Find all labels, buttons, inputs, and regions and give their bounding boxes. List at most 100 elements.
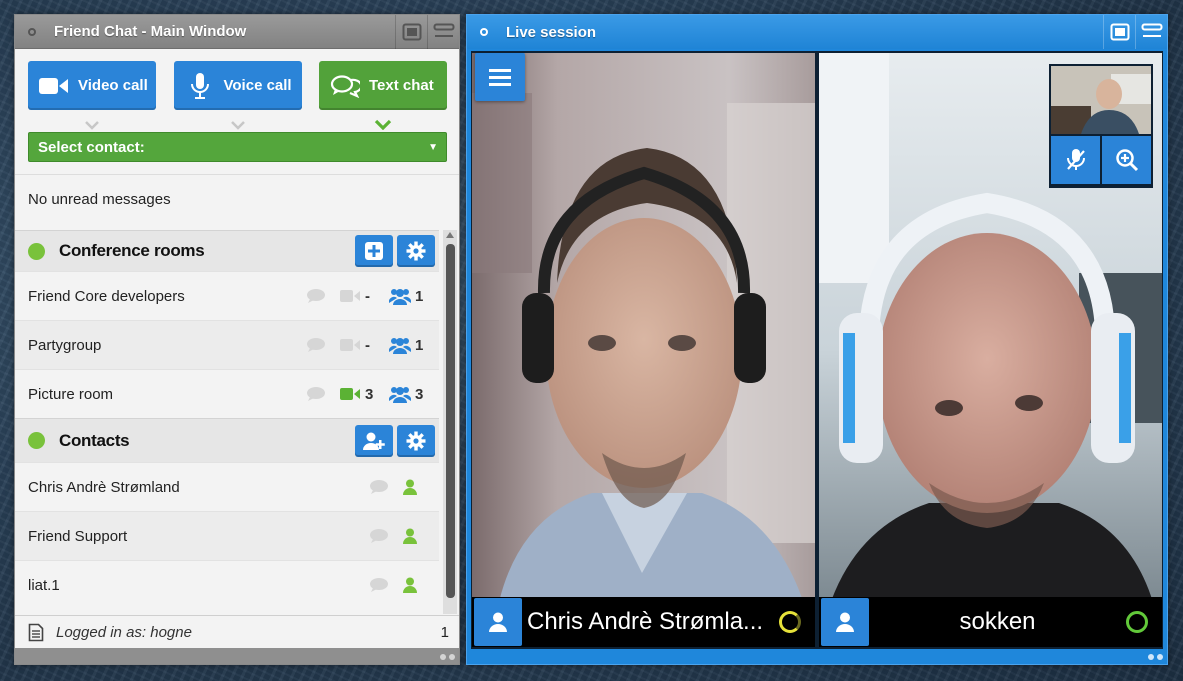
chat-bubble-icon [307,338,325,352]
video-camera-icon [340,339,360,351]
add-room-button[interactable] [355,235,393,267]
status-dot [28,432,45,449]
text-chat-button[interactable]: Text chat [319,61,447,110]
self-video-thumbnail[interactable] [1051,66,1151,134]
chevron-down-icon [374,117,392,131]
video-camera-icon [340,290,360,302]
main-window-titlebar[interactable]: Friend Chat - Main Window [15,14,459,49]
window-bottom-strip [467,649,1167,664]
room-settings-button[interactable] [397,235,435,267]
room-name: Partygroup [28,336,102,354]
scrollbar-thumb[interactable] [446,244,455,598]
contacts-header: Contacts [15,418,439,462]
window-menu-icon[interactable] [475,23,493,41]
voice-call-button[interactable]: Voice call [173,61,302,110]
group-icon [389,338,411,354]
contact-row[interactable]: liat.1 [15,560,439,609]
participant-name: sokken [959,608,1036,635]
contact-name: Friend Support [28,527,128,545]
webcam-video-image [472,53,815,647]
scroll-up-icon[interactable] [446,232,454,238]
participant-name-bar: Chris Andrè Strømla... [472,597,815,647]
room-name: Picture room [28,385,114,403]
live-video-area: Chris Andrè Strømla... sokken [471,51,1163,649]
resize-handle-icon[interactable] [1148,654,1163,660]
video-feed-remote-1[interactable]: Chris Andrè Strømla... [472,53,815,647]
contacts-scrollbar[interactable] [443,230,457,614]
connection-status-ring-icon [1126,611,1148,633]
hamburger-menu-icon [489,69,511,86]
room-row[interactable]: Partygroup - 1 [15,320,439,369]
room-video-count: 3 [365,385,374,403]
user-online-icon [403,528,417,544]
contact-name: Chris Andrè Strømland [28,478,180,496]
text-chat-label: Text chat [369,77,434,94]
chat-bubble-icon [307,387,325,401]
video-camera-icon [38,72,70,100]
chat-bubbles-icon [329,72,361,100]
contacts-title: Contacts [59,430,130,450]
unread-messages-status: No unread messages [15,174,459,224]
add-contact-button[interactable] [355,424,393,457]
main-window-title: Friend Chat - Main Window [54,23,247,40]
room-video-count: - [365,287,370,305]
minimize-button[interactable] [395,14,427,49]
window-menu-icon[interactable] [23,23,41,41]
participant-name: Chris Andrè Strømla... [527,608,764,635]
room-name: Friend Core developers [28,287,185,305]
video-call-label: Video call [78,77,148,94]
mute-microphone-button[interactable] [1051,136,1100,184]
room-member-count: 3 [415,385,424,403]
minimize-button[interactable] [1103,15,1135,49]
live-window-title: Live session [506,23,597,41]
status-dot [28,242,45,260]
window-bottom-strip [15,648,459,664]
select-contact-dropdown[interactable]: Select contact: ▼ [28,132,447,162]
user-icon [836,612,854,632]
resize-handle-icon[interactable] [440,654,455,660]
chat-bubble-icon [307,289,325,303]
maximize-button[interactable] [1135,15,1167,49]
live-session-window: Live session Chris Andrè Strømla... sokk… [466,14,1168,665]
zoom-in-button[interactable] [1102,136,1151,184]
room-row[interactable]: Picture room 3 3 [15,369,439,418]
contact-row[interactable]: Chris Andrè Strømland [15,462,439,511]
dropdown-arrow-icon: ▼ [428,141,438,153]
chat-bubble-icon [370,578,388,592]
contact-row[interactable]: Friend Support [15,511,439,560]
user-online-icon [403,577,417,593]
microphone-icon [184,72,216,100]
microphone-muted-icon [1066,149,1085,170]
chevron-down-icon [84,117,100,130]
add-user-icon [363,432,385,450]
plus-square-icon [365,242,383,260]
chevron-down-icon [230,117,246,130]
contact-name: liat.1 [28,576,60,594]
select-contact-label: Select contact: [38,138,145,156]
participant-user-button[interactable] [821,598,869,646]
minimize-icon [402,23,421,40]
user-icon [489,612,507,632]
participant-user-button[interactable] [474,598,522,646]
room-row[interactable]: Friend Core developers - 1 [15,271,439,320]
video-call-button[interactable]: Video call [28,61,156,110]
contact-settings-button[interactable] [397,424,435,457]
document-icon [28,623,44,642]
participant-name-bar: sokken [819,597,1162,647]
footer-count: 1 [440,624,449,641]
conference-rooms-header: Conference rooms [15,230,439,271]
session-menu-button[interactable] [475,53,525,101]
chat-bubble-icon [370,529,388,543]
gear-icon [406,241,426,261]
maximize-button[interactable] [427,14,459,49]
video-camera-icon [340,388,360,400]
maximize-icon [433,23,454,37]
self-webcam-image [1051,66,1151,134]
contacts-scroll-area[interactable]: Conference rooms Friend Core developers … [15,230,459,614]
self-view-panel [1049,64,1153,188]
main-chat-window: Friend Chat - Main Window Video call Voi… [14,14,460,665]
maximize-icon [1141,23,1162,37]
live-window-titlebar[interactable]: Live session [467,15,1167,49]
user-online-icon [403,479,417,495]
conference-rooms-title: Conference rooms [59,241,205,260]
